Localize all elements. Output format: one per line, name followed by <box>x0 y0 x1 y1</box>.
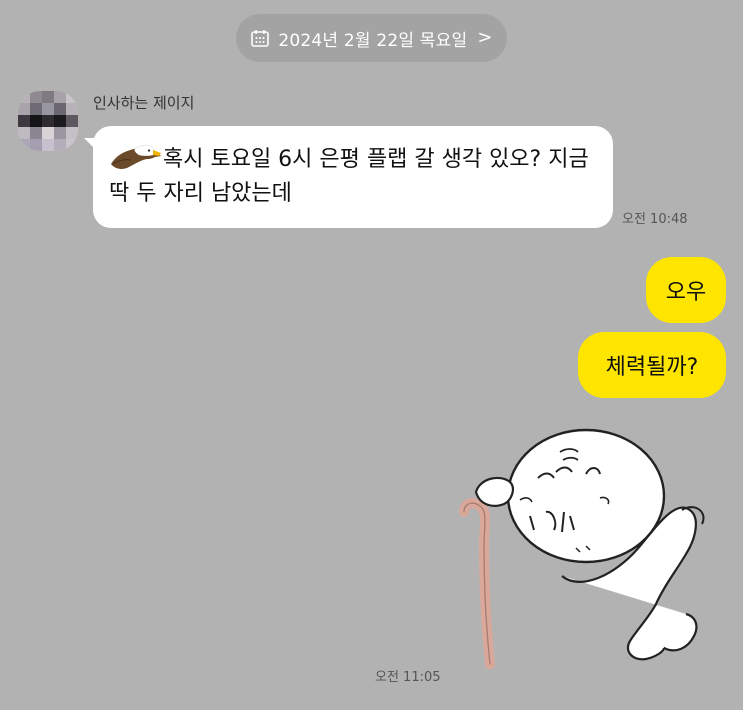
incoming-message-text: 혹시 토요일 6시 은평 플랩 갈 생각 있오? 지금 딱 두 자리 남았는데 <box>109 147 589 206</box>
chevron-right-icon: > <box>477 27 493 48</box>
avatar[interactable] <box>18 91 78 151</box>
outgoing-message-bubble[interactable]: 체력될까? <box>578 332 726 398</box>
pixelated-avatar-icon <box>18 91 78 151</box>
outgoing-message-text: 오우 <box>665 280 707 305</box>
date-label: 2024년 2월 22일 목요일 <box>278 30 468 51</box>
incoming-message-text-wrap: 혹시 토요일 6시 은평 플랩 갈 생각 있오? 지금 딱 두 자리 남았는데 <box>109 142 591 211</box>
eagle-icon <box>111 144 161 169</box>
calendar-icon <box>251 30 270 47</box>
sender-name: 인사하는 제이지 <box>93 94 195 112</box>
outgoing-message-bubble[interactable]: 오우 <box>646 257 726 323</box>
old-man-cane-sticker-icon[interactable] <box>450 426 710 676</box>
sticker-time: 오전 11:05 <box>375 670 441 685</box>
date-divider[interactable]: 2024년 2월 22일 목요일 > <box>236 14 507 62</box>
outgoing-message-text: 체력될까? <box>605 355 699 380</box>
incoming-message-bubble[interactable]: 혹시 토요일 6시 은평 플랩 갈 생각 있오? 지금 딱 두 자리 남았는데 <box>84 126 613 228</box>
incoming-message-time: 오전 10:48 <box>622 212 688 227</box>
